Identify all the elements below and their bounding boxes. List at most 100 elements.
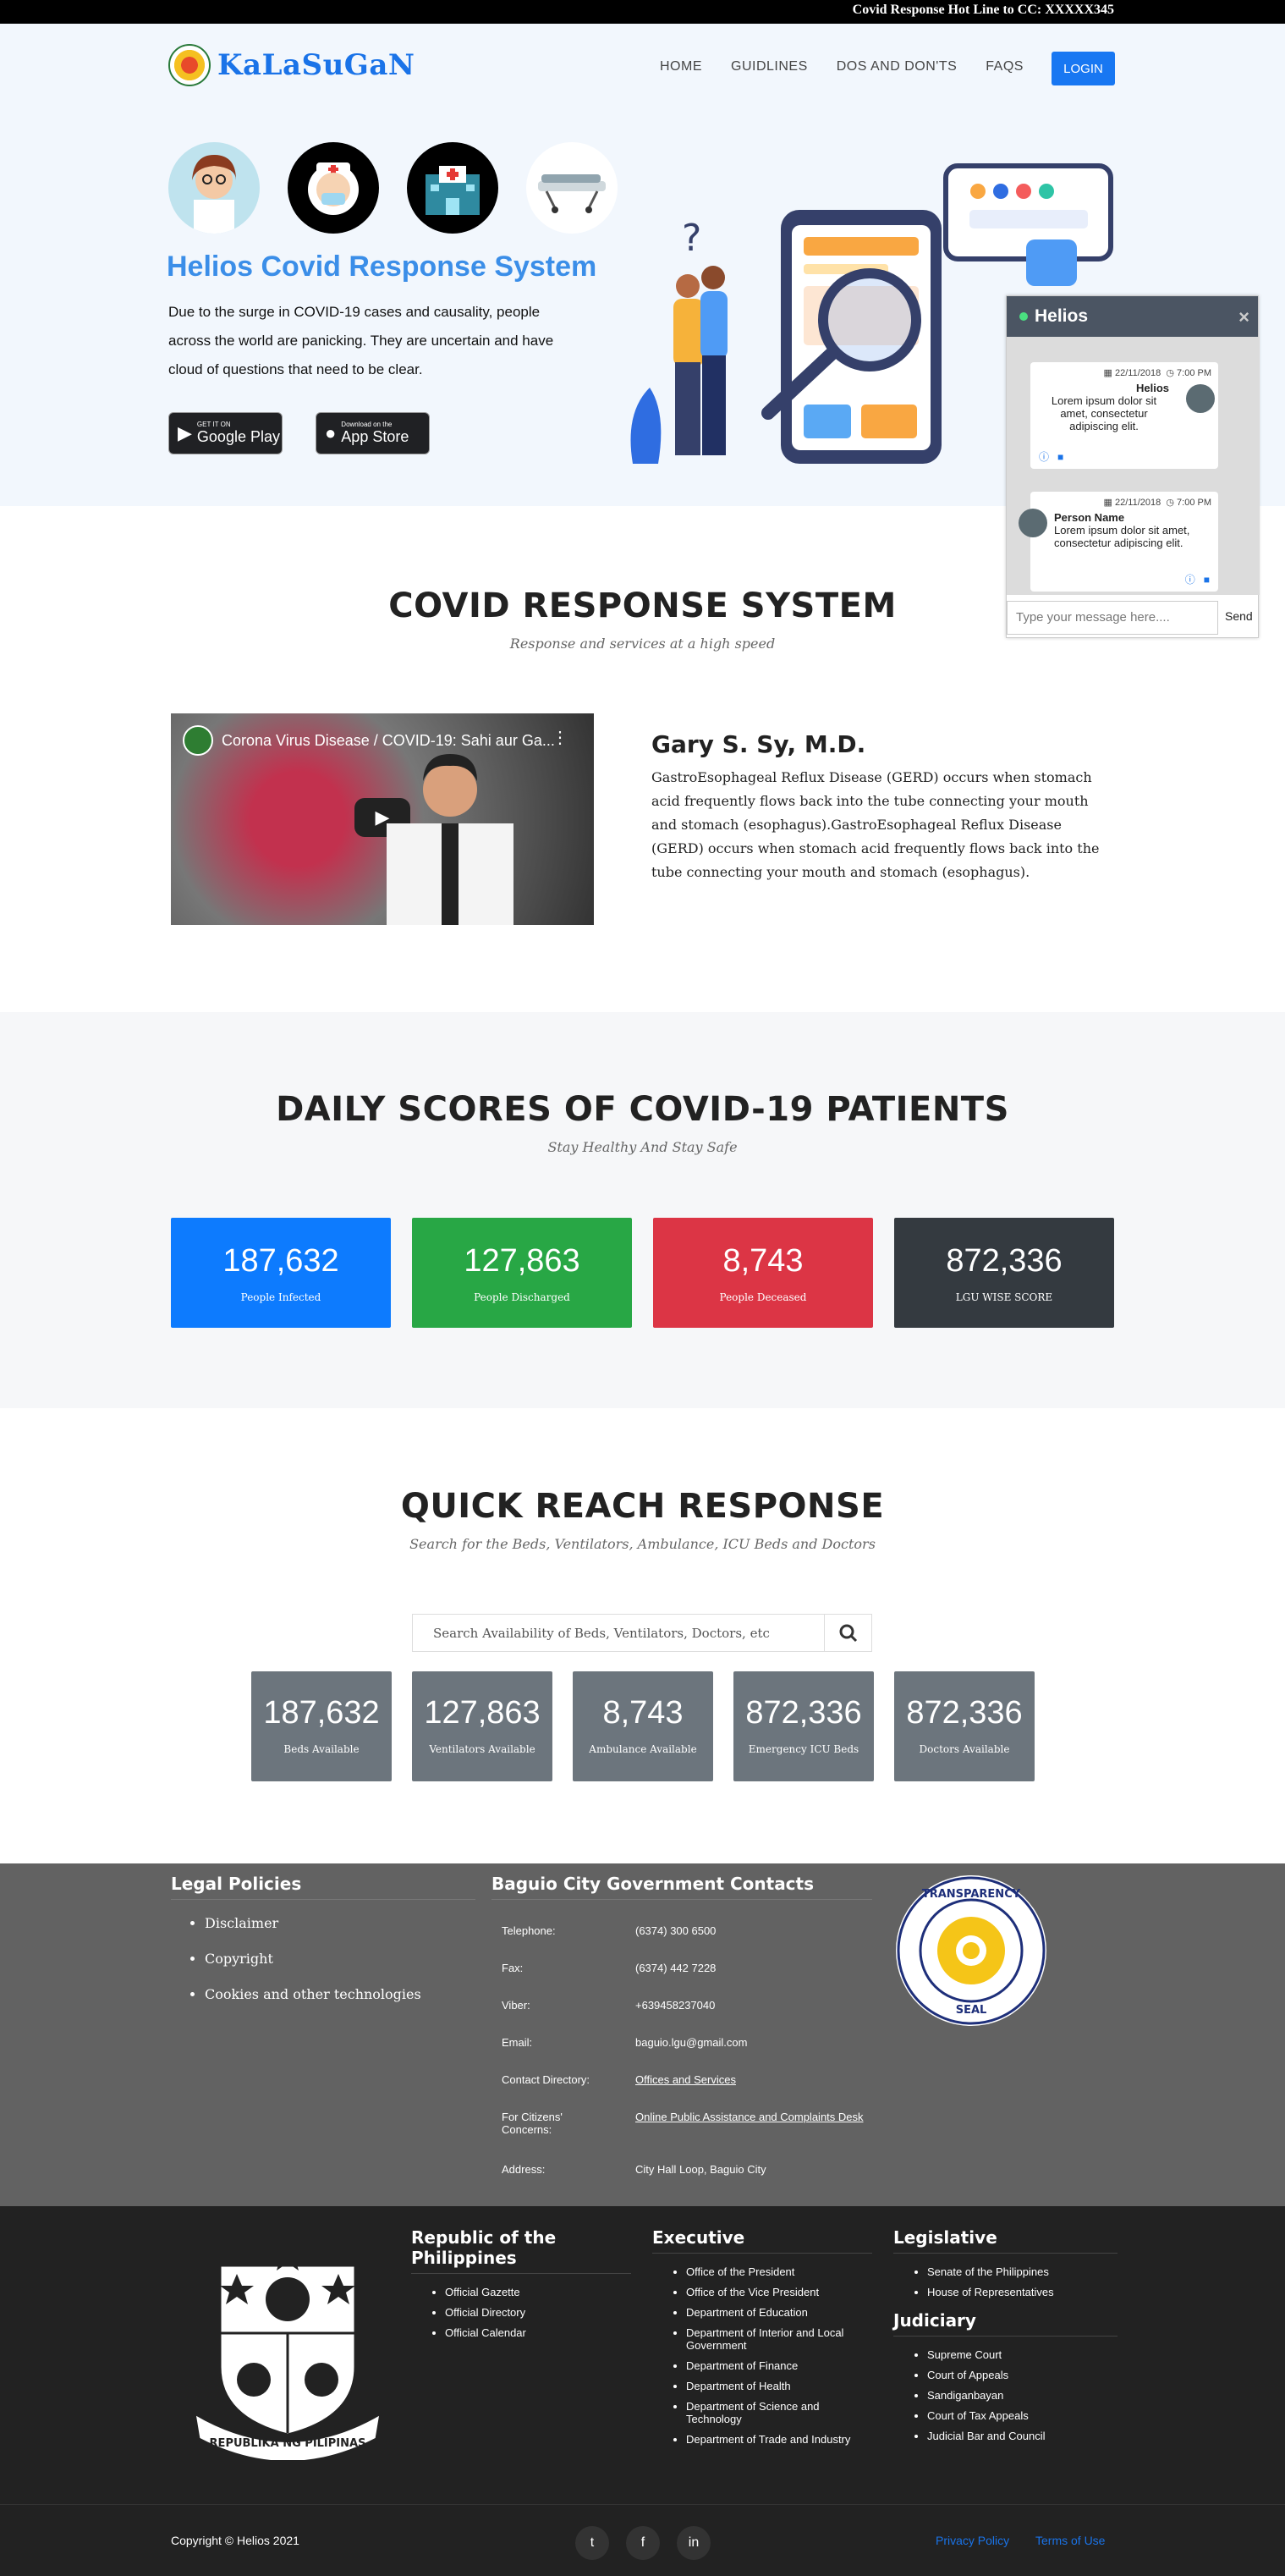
message-date: 22/11/2018 bbox=[1115, 498, 1161, 508]
nav-faqs[interactable]: FAQS bbox=[986, 59, 1024, 74]
resource-label: Beds Available bbox=[283, 1743, 360, 1755]
complaints-link[interactable]: Online Public Assistance and Complaints … bbox=[635, 2111, 872, 2123]
message-sender: Helios bbox=[1135, 382, 1169, 394]
link-sandiganbayan[interactable]: Sandiganbayan bbox=[927, 2389, 1118, 2402]
link-house[interactable]: House of Representatives bbox=[927, 2286, 1118, 2298]
resource-card-doctors: 872,336 Doctors Available bbox=[894, 1671, 1035, 1781]
google-play-small: GET IT ON bbox=[196, 421, 231, 428]
resource-card-beds: 187,632 Beds Available bbox=[251, 1671, 392, 1781]
search-button[interactable] bbox=[824, 1615, 871, 1651]
search-placeholder: Search Availability of Beds, Ventilators… bbox=[433, 1625, 770, 1641]
svg-text:SEAL: SEAL bbox=[956, 2004, 987, 2017]
link-dept-health[interactable]: Department of Health bbox=[686, 2380, 872, 2392]
contact-key: Email: bbox=[502, 2036, 533, 2049]
contact-key: Viber: bbox=[502, 1999, 530, 2012]
facebook-icon[interactable]: f bbox=[626, 2526, 660, 2560]
link-official-directory[interactable]: Official Directory bbox=[445, 2306, 631, 2319]
legal-title: Legal Policies bbox=[171, 1874, 302, 1894]
nav-guidelines[interactable]: GUIDLINES bbox=[731, 59, 808, 74]
link-court-tax-appeals[interactable]: Court of Tax Appeals bbox=[927, 2409, 1118, 2422]
twitter-icon[interactable]: t bbox=[575, 2526, 609, 2560]
hotline-text: Covid Response Hot Line to CC: XXXXX345 bbox=[852, 3, 1114, 17]
apple-icon: ● bbox=[325, 422, 337, 443]
link-judicial-bar[interactable]: Judicial Bar and Council bbox=[927, 2430, 1118, 2442]
avatar-row bbox=[168, 142, 618, 234]
chat-message-input[interactable]: Type your message here.... bbox=[1007, 601, 1218, 635]
resource-card-ventilators: 127,863 Ventilators Available bbox=[412, 1671, 552, 1781]
clock-icon: ◷ bbox=[1166, 368, 1178, 378]
score-value: 872,336 bbox=[946, 1243, 1063, 1279]
resource-label: Doctors Available bbox=[919, 1743, 1010, 1755]
link-office-president[interactable]: Office of the President bbox=[686, 2265, 872, 2278]
link-official-gazette[interactable]: Official Gazette bbox=[445, 2286, 631, 2298]
nav-home[interactable]: HOME bbox=[660, 59, 702, 74]
hero-description: Due to the surge in COVID-19 cases and c… bbox=[168, 304, 554, 377]
video-player[interactable]: Corona Virus Disease / COVID-19: Sahi au… bbox=[171, 713, 594, 925]
link-dept-finance[interactable]: Department of Finance bbox=[686, 2359, 872, 2372]
close-icon[interactable]: × bbox=[1238, 306, 1249, 328]
contact-value: (6374) 442 7228 bbox=[635, 1962, 717, 1974]
contact-key: Contact Directory: bbox=[502, 2073, 590, 2086]
link-dept-interior[interactable]: Department of Interior and Local Governm… bbox=[686, 2326, 872, 2352]
calendar-icon: ▦ bbox=[1103, 498, 1115, 508]
resource-card-ambulance: 8,743 Ambulance Available bbox=[573, 1671, 713, 1781]
link-supreme-court[interactable]: Supreme Court bbox=[927, 2348, 1118, 2361]
contact-value: baguio.lgu@gmail.com bbox=[635, 2036, 748, 2049]
link-court-appeals[interactable]: Court of Appeals bbox=[927, 2369, 1118, 2381]
resource-value: 127,863 bbox=[424, 1695, 541, 1731]
link-official-calendar[interactable]: Official Calendar bbox=[445, 2326, 631, 2339]
login-button[interactable]: LOGIN bbox=[1052, 52, 1115, 85]
footer-contacts-section: Legal Policies Disclaimer Copyright Cook… bbox=[0, 1863, 1285, 2206]
contact-key: Address: bbox=[502, 2163, 546, 2176]
terms-of-use-link[interactable]: Terms of Use bbox=[1035, 2534, 1105, 2547]
city-seal-icon bbox=[168, 44, 211, 86]
info-icon[interactable]: ⓘ bbox=[1039, 451, 1049, 463]
doctor-figure bbox=[387, 754, 513, 925]
privacy-policy-link[interactable]: Privacy Policy bbox=[936, 2534, 1009, 2547]
hero-section: KaLaSuGaN HOME GUIDLINES DOS AND DON'TS … bbox=[0, 24, 1285, 638]
contact-value: City Hall Loop, Baguio City bbox=[635, 2163, 766, 2176]
score-card-deceased: 8,743 People Deceased bbox=[653, 1218, 873, 1328]
link-senate[interactable]: Senate of the Philippines bbox=[927, 2265, 1118, 2278]
doctor-avatar-icon bbox=[168, 142, 260, 234]
legal-link-cookies[interactable]: Cookies and other technologies bbox=[205, 1986, 475, 2002]
google-play-button[interactable]: ▶ GET IT ON Google Play bbox=[168, 412, 283, 454]
score-label: People Deceased bbox=[719, 1291, 807, 1303]
hero-title: Helios Covid Response System bbox=[167, 250, 597, 283]
legal-link-copyright[interactable]: Copyright bbox=[205, 1951, 475, 1967]
legal-link-disclaimer[interactable]: Disclaimer bbox=[205, 1915, 475, 1931]
delete-icon[interactable]: ■ bbox=[1204, 574, 1210, 586]
chat-messages[interactable]: ▦ 22/11/2018 ◷ 7:00 PM Helios Lorem ipsu… bbox=[1007, 337, 1260, 595]
main-nav: HOME GUIDLINES DOS AND DON'TS FAQS bbox=[660, 59, 1052, 74]
svg-text:?: ? bbox=[682, 217, 701, 260]
link-dept-science[interactable]: Department of Science and Technology bbox=[686, 2400, 872, 2425]
copyright-text: Copyright © Helios 2021 bbox=[171, 2534, 299, 2547]
resource-label: Ambulance Available bbox=[589, 1743, 697, 1755]
hospital-avatar-icon bbox=[407, 142, 498, 234]
delete-icon[interactable]: ■ bbox=[1057, 451, 1063, 463]
contact-key: For Citizens' Concerns: bbox=[502, 2111, 563, 2136]
message-time: 7:00 PM bbox=[1177, 498, 1211, 508]
message-text: Lorem ipsum dolor sit amet, consectetur … bbox=[1051, 394, 1157, 432]
contact-key: Telephone: bbox=[502, 1924, 556, 1937]
brand-logo[interactable]: KaLaSuGaN bbox=[168, 44, 415, 86]
nurse-avatar-icon bbox=[288, 142, 379, 234]
offices-link[interactable]: Offices and Services bbox=[635, 2073, 881, 2086]
chat-message: ▦ 22/11/2018 ◷ 7:00 PM Helios Lorem ipsu… bbox=[1030, 362, 1218, 469]
section-title: DAILY SCORES OF COVID-19 PATIENTS bbox=[276, 1090, 1009, 1129]
score-label: LGU WISE SCORE bbox=[955, 1291, 1053, 1303]
info-icon[interactable]: ⓘ bbox=[1185, 574, 1195, 586]
resource-value: 872,336 bbox=[745, 1695, 862, 1731]
app-store-button[interactable]: ● Download on the App Store bbox=[316, 412, 430, 454]
link-dept-education[interactable]: Department of Education bbox=[686, 2306, 872, 2319]
link-dept-trade[interactable]: Department of Trade and Industry bbox=[686, 2433, 872, 2446]
message-date: 22/11/2018 bbox=[1115, 368, 1161, 378]
message-time: 7:00 PM bbox=[1177, 368, 1211, 378]
availability-search-input[interactable]: Search Availability of Beds, Ventilators… bbox=[412, 1614, 872, 1652]
nav-dos-donts[interactable]: DOS AND DON'TS bbox=[837, 59, 958, 74]
link-office-vice-president[interactable]: Office of the Vice President bbox=[686, 2286, 872, 2298]
send-button[interactable]: Send bbox=[1225, 609, 1253, 623]
linkedin-icon[interactable]: in bbox=[677, 2526, 711, 2560]
calendar-icon: ▦ bbox=[1103, 368, 1115, 378]
resource-value: 8,743 bbox=[602, 1695, 684, 1731]
